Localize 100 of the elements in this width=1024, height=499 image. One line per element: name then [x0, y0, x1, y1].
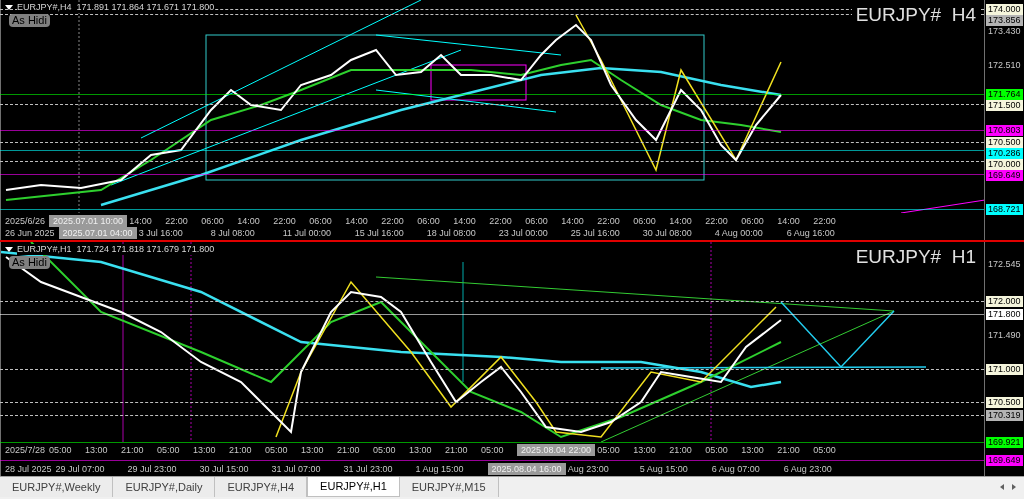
time-axis-label: 13:00 [409, 444, 433, 456]
time-axis-label: 14:00 [237, 215, 261, 227]
time-axis-label: 14:00 [561, 215, 585, 227]
price-badge: 171.800 [986, 309, 1023, 321]
time-axis-label: 13:00 [85, 444, 109, 456]
time-axis-label: 15 Jul 16:00 [354, 227, 405, 239]
price-badge: 169.921 [986, 436, 1023, 448]
time-axis-label: 14:00 [777, 215, 801, 227]
price-badge: 174.000 [986, 3, 1023, 15]
time-axis-label: 05:00 [265, 444, 289, 456]
time-axis-label: 6 Aug 07:00 [711, 463, 761, 475]
time-axis-label: 06:00 [633, 215, 657, 227]
time-axis-label: 22:00 [813, 215, 837, 227]
price-badge: 171.764 [986, 88, 1023, 100]
price-badge: 170.803 [986, 125, 1023, 137]
time-axis-label: 05:00 [373, 444, 397, 456]
price-badge: 169.649 [986, 455, 1023, 467]
price-badge: 170.500 [986, 397, 1023, 409]
time-axis-label: 18 Jul 08:00 [426, 227, 477, 239]
time-axis-label: 22:00 [597, 215, 621, 227]
price-badge: 171.500 [986, 99, 1023, 111]
time-axis-label: 25 Jul 16:00 [570, 227, 621, 239]
time-axis-label: Aug 23:00 [567, 463, 610, 475]
time-axis-label: 14:00 [453, 215, 477, 227]
time-axis-label: 2025/7/28 [4, 444, 46, 456]
time-axis-label: 13:00 [193, 444, 217, 456]
time-axis-label: 8 Jul 08:00 [210, 227, 256, 239]
time-axis-label: 06:00 [201, 215, 225, 227]
chart-header: EURJPY#,H1 171.724 171.818 171.679 171.800 [17, 244, 215, 255]
price-axis-label: 171.490 [988, 330, 1021, 342]
time-axis-label: 29 Jul 07:00 [55, 463, 106, 475]
time-axis-label: 14:00 [669, 215, 693, 227]
time-axis-label: 21:00 [229, 444, 253, 456]
chart-tab[interactable]: EURJPY#,Weekly [0, 477, 114, 497]
time-axis-label: 22:00 [489, 215, 513, 227]
hide-button[interactable]: As Hidi [9, 256, 50, 269]
time-axis-label: 26 Jun 2025 [4, 227, 55, 239]
time-axis-label: 14:00 [345, 215, 369, 227]
time-axis-label: 13:00 [741, 444, 765, 456]
time-axis-label: 6 Aug 23:00 [783, 463, 833, 475]
time-axis-label: 23 Jul 00:00 [498, 227, 549, 239]
crosshair-time-label: 2025.07.01 04:00 [58, 227, 137, 239]
time-axis-label: 11 Jul 00:00 [282, 227, 332, 239]
time-axis-label: 28 Jul 2025 [4, 463, 52, 475]
time-axis-label: 14:00 [129, 215, 153, 227]
time-axis-label: 22:00 [273, 215, 297, 227]
scroll-left-icon[interactable] [1000, 484, 1004, 490]
time-axis-label: 22:00 [165, 215, 189, 227]
time-axis-label: 6 Aug 16:00 [786, 227, 836, 239]
time-axis-label: 22:00 [381, 215, 405, 227]
crosshair-time-label: 2025.08.04 22:00 [517, 444, 596, 456]
time-axis-label: 21:00 [669, 444, 693, 456]
time-axis-label: 05:00 [813, 444, 837, 456]
time-axis-label: 30 Jul 08:00 [642, 227, 693, 239]
price-axis-label: 172.545 [988, 259, 1021, 270]
time-axis-label: 13:00 [633, 444, 657, 456]
time-axis-label: 21:00 [777, 444, 801, 456]
price-badge: 170.500 [986, 136, 1023, 148]
chart-tab[interactable]: EURJPY#,H4 [215, 477, 308, 497]
scroll-right-icon[interactable] [1012, 484, 1016, 490]
price-badge: 170.000 [986, 158, 1023, 170]
time-axis-label: 31 Jul 07:00 [271, 463, 322, 475]
hide-button[interactable]: As Hidi [9, 14, 50, 27]
time-axis-label: 21:00 [445, 444, 469, 456]
price-axis-label: 173.430 [988, 25, 1021, 37]
price-badge: 170.286 [986, 147, 1023, 159]
price-badge: 173.856 [986, 14, 1023, 26]
time-axis-label: 21:00 [121, 444, 145, 456]
crosshair-time-label: 2025.08.04 16:00 [487, 463, 566, 475]
chart-tab[interactable]: EURJPY#,Daily [113, 477, 216, 497]
crosshair-time-label: 2025.07.01 10:00 [49, 215, 128, 227]
time-axis-label: 06:00 [741, 215, 765, 227]
time-axis-label: 05:00 [157, 444, 181, 456]
price-badge: 170.319 [986, 409, 1023, 421]
time-axis-label: 4 Aug 00:00 [714, 227, 764, 239]
time-axis-label: 29 Jul 23:00 [127, 463, 178, 475]
time-axis-label: 5 Aug 15:00 [639, 463, 689, 475]
time-axis-label: 13:00 [301, 444, 325, 456]
time-axis-label: 05:00 [597, 444, 621, 456]
chart-tab[interactable]: EURJPY#,M15 [399, 477, 499, 497]
time-axis-label: 05:00 [49, 444, 73, 456]
price-badge: 169.649 [986, 169, 1023, 181]
chart-tab[interactable]: EURJPY#,H1 [307, 477, 400, 497]
time-axis-label: 30 Jul 15:00 [199, 463, 250, 475]
time-axis-label: 05:00 [705, 444, 729, 456]
price-badge: 168.721 [986, 204, 1023, 216]
chart-header: EURJPY#,H4 171.891 171.864 171.671 171.800 [17, 2, 215, 13]
time-axis-label: 06:00 [525, 215, 549, 227]
time-axis-label: 05:00 [481, 444, 505, 456]
time-axis-label: 06:00 [309, 215, 333, 227]
time-axis-label: 3 Jul 16:00 [138, 227, 184, 239]
time-axis-label: 1 Aug 15:00 [415, 463, 465, 475]
time-axis-label: 31 Jul 23:00 [343, 463, 394, 475]
price-axis-label: 172.510 [988, 60, 1021, 72]
time-axis-label: 21:00 [337, 444, 361, 456]
time-axis-label: 06:00 [417, 215, 441, 227]
price-badge: 172.000 [986, 295, 1023, 307]
time-axis-label: 2025/6/26 [4, 215, 46, 227]
price-badge: 171.000 [986, 363, 1023, 375]
time-axis-label: 22:00 [705, 215, 729, 227]
